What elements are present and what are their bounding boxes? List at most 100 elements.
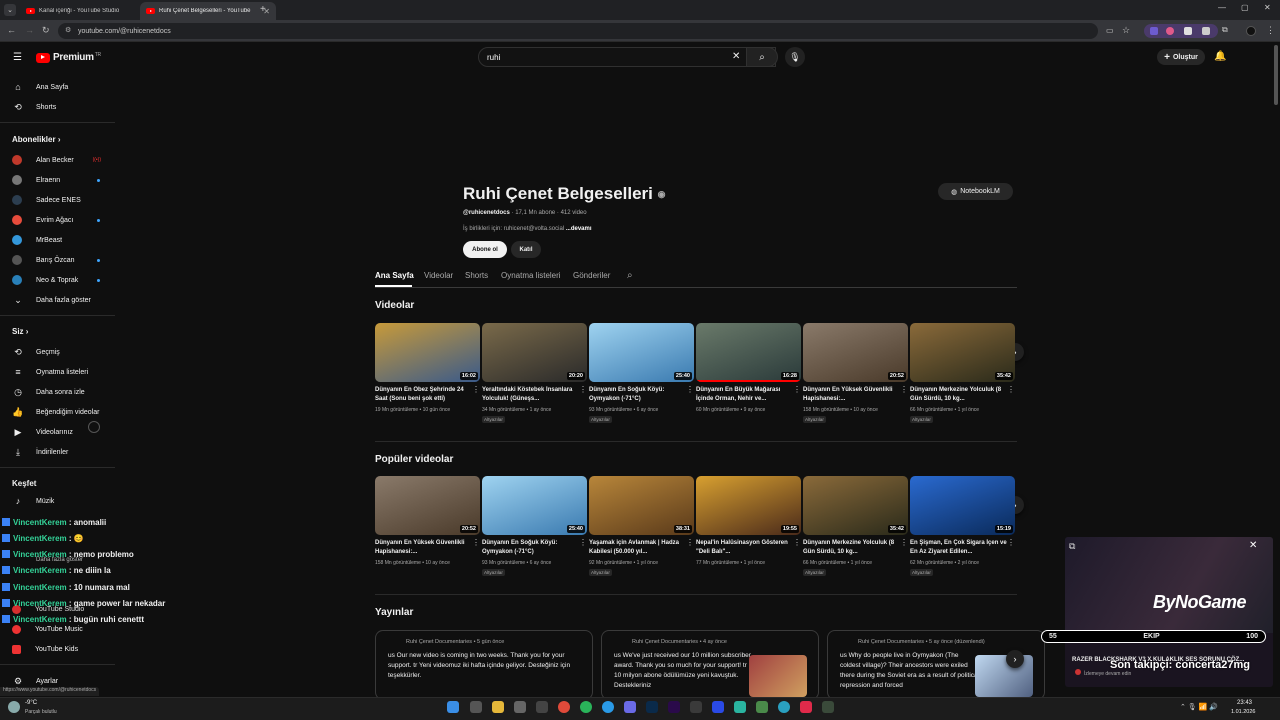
- tray-icons[interactable]: ⌃ 🎙 📶 🔊: [1180, 703, 1218, 711]
- video-thumbnail[interactable]: 15:19: [910, 476, 1015, 535]
- tab-search-button[interactable]: ⌄: [4, 4, 16, 16]
- more-actions-icon[interactable]: ⋮: [686, 385, 694, 394]
- tab-shorts[interactable]: Shorts: [465, 271, 488, 280]
- file-explorer-icon[interactable]: [492, 701, 504, 713]
- browser-menu-icon[interactable]: ⋮: [1266, 25, 1275, 36]
- premiere-icon[interactable]: [668, 701, 680, 713]
- video-card[interactable]: 25:40 Dünyanın En Soğuk Köyü: Oymyakon (-…: [482, 476, 587, 576]
- close-window-icon[interactable]: ✕: [1264, 3, 1271, 12]
- forward-icon[interactable]: →: [25, 25, 34, 35]
- sidebar-item-subscription[interactable]: Sadece ENES: [0, 190, 110, 210]
- miniplayer-close-icon[interactable]: ✕: [1249, 540, 1257, 551]
- browser-tab-studio[interactable]: Kanal içeriği - YouTube Studio ✕: [20, 2, 156, 20]
- video-title[interactable]: Dünyanın En Soğuk Köyü: Oymyakon (-71°C): [482, 539, 587, 557]
- app-icon[interactable]: [536, 701, 548, 713]
- subscribe-button[interactable]: Abone ol: [463, 241, 507, 258]
- more-actions-icon[interactable]: ⋮: [579, 538, 587, 547]
- video-title[interactable]: En Şişman, En Çok Sigara İçen ve En Az Z…: [910, 539, 1015, 557]
- app-icon[interactable]: [800, 701, 812, 713]
- sidebar-item-music[interactable]: ♪ Müzik: [0, 491, 110, 511]
- more-actions-icon[interactable]: ⋮: [900, 538, 908, 547]
- back-icon[interactable]: ←: [7, 25, 16, 35]
- video-card[interactable]: 20:52 Dünyanın En Yüksek Güvenlikli Hapis…: [803, 323, 908, 423]
- community-post[interactable]: Ruhi Çenet Documentaries • 4 ay önce us …: [601, 630, 819, 700]
- video-thumbnail[interactable]: 38:31: [589, 476, 694, 535]
- show-more-subscriptions[interactable]: ⌄ Daha fazla göster: [0, 290, 110, 310]
- popular-section-title[interactable]: Popüler videolar: [375, 454, 453, 465]
- sidebar-item-downloads[interactable]: ⤓ İndirilenler: [0, 442, 110, 462]
- video-title[interactable]: Dünyanın En Yüksek Güvenlikli Hapishanes…: [803, 386, 908, 404]
- video-title[interactable]: Dünyanın Merkezine Yolculuk (8 Gün Sürdü…: [803, 539, 908, 557]
- you-heading[interactable]: Siz ›: [12, 327, 28, 336]
- edge-icon[interactable]: [778, 701, 790, 713]
- profile-avatar[interactable]: [1246, 26, 1256, 36]
- more-link[interactable]: ...devamı: [566, 226, 592, 232]
- video-title[interactable]: Dünyanın Merkezine Yolculuk (8 Gün Sürdü…: [910, 386, 1015, 404]
- extension-icon[interactable]: [1202, 27, 1210, 35]
- video-thumbnail[interactable]: 16:02: [375, 323, 480, 382]
- app-icon[interactable]: [712, 701, 724, 713]
- clock-time[interactable]: 23:43: [1237, 700, 1252, 706]
- video-card[interactable]: 16:28 Dünyanın En Büyük Mağarası İçinde O…: [696, 323, 801, 413]
- discord-icon[interactable]: [624, 701, 636, 713]
- sidebar-item-subscription[interactable]: Evrim Ağacı: [0, 210, 110, 230]
- sidebar-item-subscription[interactable]: MrBeast: [0, 230, 110, 250]
- video-card[interactable]: 15:19 En Şişman, En Çok Sigara İçen ve En…: [910, 476, 1015, 576]
- weather-icon[interactable]: [8, 701, 20, 713]
- new-tab-icon[interactable]: +: [260, 4, 266, 15]
- chrome-icon[interactable]: [558, 701, 570, 713]
- video-thumbnail[interactable]: 25:40: [482, 476, 587, 535]
- whatsapp-icon[interactable]: [580, 701, 592, 713]
- app-icon[interactable]: [514, 701, 526, 713]
- sidebar-item-subscription[interactable]: Alan Becker ((•)): [0, 150, 110, 170]
- telegram-icon[interactable]: [602, 701, 614, 713]
- puzzle-extensions-icon[interactable]: ⧉: [1222, 25, 1228, 35]
- posts-section-title[interactable]: Yayınlar: [375, 607, 413, 618]
- video-title[interactable]: Dünyanın En Büyük Mağarası İçinde Orman,…: [696, 386, 801, 404]
- app-icon[interactable]: [690, 701, 702, 713]
- voice-search-button[interactable]: 🎙: [785, 47, 805, 67]
- video-thumbnail[interactable]: 16:28: [696, 323, 801, 382]
- app-icon[interactable]: [734, 701, 746, 713]
- app-icon[interactable]: [756, 701, 768, 713]
- sidebar-item-shorts[interactable]: ⟲ Shorts: [0, 97, 110, 117]
- extension-icon[interactable]: [1166, 27, 1174, 35]
- video-title[interactable]: Dünyanın En Soğuk Köyü: Oymyakon (-71°C): [589, 386, 694, 404]
- site-info-icon[interactable]: ⚙: [65, 26, 71, 34]
- video-thumbnail[interactable]: 35:42: [803, 476, 908, 535]
- browser-tab-channel[interactable]: Ruhi Çenet Belgeselleri - YouTube ✕: [140, 2, 276, 20]
- weather-desc[interactable]: Parçalı bulutlu: [25, 709, 57, 715]
- more-actions-icon[interactable]: ⋮: [472, 385, 480, 394]
- tab-home[interactable]: Ana Sayfa: [375, 271, 414, 280]
- channel-search-icon[interactable]: ⌕: [627, 270, 633, 281]
- more-actions-icon[interactable]: ⋮: [793, 385, 801, 394]
- photoshop-icon[interactable]: [646, 701, 658, 713]
- minimize-icon[interactable]: —: [1218, 3, 1226, 12]
- tab-videos[interactable]: Videolar: [424, 271, 453, 280]
- start-button-icon[interactable]: [447, 701, 459, 713]
- video-card[interactable]: 38:31 Yaşamak için Avlanmak | Hadza Kabil…: [589, 476, 694, 576]
- video-card[interactable]: 19:55 Nepal'in Halüsinasyon Gösteren "Del…: [696, 476, 801, 566]
- sidebar-item-subscription[interactable]: Barış Özcan: [0, 250, 110, 270]
- more-actions-icon[interactable]: ⋮: [1007, 385, 1015, 394]
- sidebar-item-subscription[interactable]: Neo & Toprak: [0, 270, 110, 290]
- youtube-logo[interactable]: Premium TR: [36, 52, 101, 63]
- page-scrollbar[interactable]: [1274, 45, 1278, 105]
- video-card[interactable]: 20:20 Yeraltındaki Köstebek İnsanlara Yol…: [482, 323, 587, 423]
- video-card[interactable]: 35:42 Dünyanın Merkezine Yolculuk (8 Gün …: [803, 476, 908, 576]
- community-post[interactable]: Ruhi Çenet Documentaries • 5 gün önce us…: [375, 630, 593, 700]
- video-thumbnail[interactable]: 35:42: [910, 323, 1015, 382]
- shelf-next-button[interactable]: ›: [1006, 650, 1024, 668]
- video-thumbnail[interactable]: 20:20: [482, 323, 587, 382]
- clear-search-icon[interactable]: ✕: [732, 51, 740, 62]
- sidebar-item-playlists[interactable]: ≡ Oynatma listeleri: [0, 362, 110, 382]
- address-bar[interactable]: ⚙ youtube.com/@ruhicenetdocs: [58, 23, 1098, 39]
- video-thumbnail[interactable]: 20:52: [375, 476, 480, 535]
- tab-playlists[interactable]: Oynatma listeleri: [501, 271, 561, 280]
- reload-icon[interactable]: ↻: [42, 25, 50, 36]
- weather-temp[interactable]: -9°C: [25, 700, 37, 706]
- app-icon[interactable]: [822, 701, 834, 713]
- more-actions-icon[interactable]: ⋮: [472, 538, 480, 547]
- more-actions-icon[interactable]: ⋮: [900, 385, 908, 394]
- more-actions-icon[interactable]: ⋮: [793, 538, 801, 547]
